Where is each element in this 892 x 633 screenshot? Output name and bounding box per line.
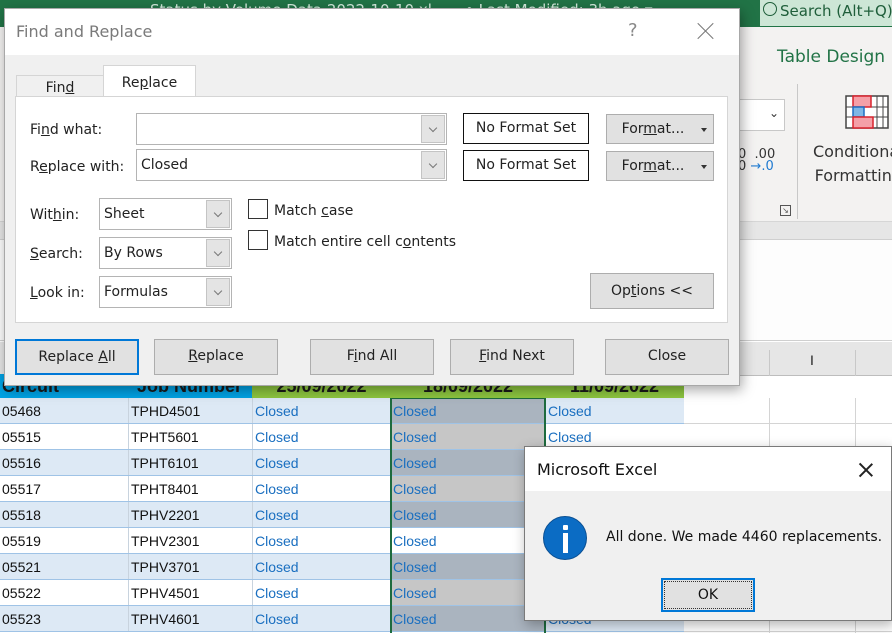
chevron-down-icon[interactable] [206, 278, 230, 306]
status-cell[interactable]: Closed [252, 398, 391, 423]
look-in-select[interactable]: Formulas [99, 276, 232, 308]
find-next-button[interactable]: Find Next [450, 339, 574, 375]
find-format-preview: No Format Set [463, 113, 589, 144]
status-cell[interactable]: Closed [252, 450, 391, 475]
replace-format-button[interactable]: Format... [606, 151, 714, 181]
close-button[interactable]: Close [605, 339, 729, 375]
dialog-title-bar[interactable]: Find and Replace ? [5, 9, 739, 55]
circuit-cell[interactable]: 05521 [0, 554, 128, 579]
options-button[interactable]: Options << [590, 273, 714, 309]
look-in-label: Look in: [30, 285, 85, 301]
find-what-label: Find what: [30, 122, 103, 138]
close-icon[interactable] [695, 20, 717, 42]
decimal-buttons[interactable]: 0 .00 0 →.0 [738, 148, 775, 174]
circuit-cell[interactable]: 05515 [0, 424, 128, 449]
dropdown-caret-icon [701, 128, 707, 132]
circuit-cell[interactable]: 05518 [0, 502, 128, 527]
status-cell[interactable]: Closed [545, 398, 684, 423]
status-cell[interactable]: Closed [252, 528, 391, 553]
chevron-down-icon[interactable] [206, 200, 230, 228]
match-case-label[interactable]: Match case [274, 203, 353, 219]
status-cell[interactable]: Closed [391, 528, 545, 553]
status-cell[interactable]: Closed [391, 502, 545, 527]
excel-window: Status by Volume Data 2022-10-10.xl • La… [0, 0, 892, 633]
replace-format-preview: No Format Set [463, 150, 589, 181]
column-separator[interactable] [855, 350, 856, 376]
column-separator[interactable] [769, 350, 770, 376]
job-number-cell[interactable]: TPHV2201 [128, 502, 252, 527]
circuit-cell[interactable]: 05517 [0, 476, 128, 501]
circuit-cell[interactable]: 05519 [0, 528, 128, 553]
message-text: All done. We made 4460 replacements. [606, 529, 883, 545]
dialog-title: Find and Replace [16, 22, 153, 41]
status-cell[interactable]: Closed [391, 424, 545, 449]
replace-all-button[interactable]: Replace All [15, 339, 139, 375]
job-number-cell[interactable]: TPHT5601 [128, 424, 252, 449]
message-box-title-bar[interactable]: Microsoft Excel [525, 447, 891, 491]
search-icon [763, 2, 777, 16]
replace-with-label: Replace with: [30, 159, 125, 175]
search-box[interactable]: Search (Alt+Q) [760, 0, 892, 26]
job-number-cell[interactable]: TPHD4501 [128, 398, 252, 423]
status-cell[interactable]: Closed [391, 580, 545, 605]
tab-table-design[interactable]: Table Design [777, 47, 885, 67]
chevron-down-icon[interactable] [421, 151, 445, 179]
conditional-formatting-icon[interactable] [845, 95, 889, 129]
job-number-cell[interactable]: TPHT8401 [128, 476, 252, 501]
number-format-dropdown[interactable]: ⌄ [735, 99, 785, 131]
column-header-i[interactable]: I [810, 352, 814, 368]
decrease-decimal-icon[interactable]: 0 →.0 [738, 159, 774, 174]
job-number-cell[interactable]: TPHV3701 [128, 554, 252, 579]
chevron-down-icon: ⌄ [768, 106, 779, 120]
status-cell[interactable]: Closed [252, 476, 391, 501]
dialog-launcher-icon[interactable]: ↘ [780, 205, 791, 216]
status-cell[interactable]: Closed [391, 476, 545, 501]
match-entire-cell-label[interactable]: Match entire cell contents [274, 234, 456, 250]
close-icon[interactable] [857, 461, 875, 479]
status-cell[interactable]: Closed [391, 450, 545, 475]
circuit-cell[interactable]: 05523 [0, 606, 128, 631]
job-number-cell[interactable]: TPHV2301 [128, 528, 252, 553]
circuit-cell[interactable]: 05522 [0, 580, 128, 605]
status-cell[interactable]: Closed [391, 398, 545, 423]
circuit-cell[interactable]: 05468 [0, 398, 128, 423]
match-entire-cell-checkbox[interactable] [248, 230, 268, 250]
find-all-button[interactable]: Find All [310, 339, 434, 375]
chevron-down-icon[interactable] [421, 115, 445, 143]
job-number-cell[interactable]: TPHV4601 [128, 606, 252, 631]
message-box: Microsoft Excel All done. We made 4460 r… [524, 446, 892, 621]
help-button[interactable]: ? [628, 20, 638, 41]
match-case-checkbox[interactable] [248, 199, 268, 219]
conditional-formatting-button[interactable]: Conditional Formatting [813, 140, 892, 188]
status-cell[interactable]: Closed [391, 554, 545, 579]
replace-button[interactable]: Replace [154, 339, 278, 375]
replace-with-input[interactable]: Closed [136, 149, 447, 181]
status-cell[interactable]: Closed [252, 606, 391, 631]
status-cell[interactable]: Closed [391, 606, 545, 631]
ok-button[interactable]: OK [661, 578, 755, 612]
job-number-cell[interactable]: TPHT6101 [128, 450, 252, 475]
search-placeholder: Search (Alt+Q) [780, 2, 892, 20]
info-icon [543, 516, 587, 560]
status-cell[interactable]: Closed [252, 580, 391, 605]
within-select[interactable]: Sheet [99, 198, 232, 230]
find-replace-dialog: Find and Replace ? Find Replace Find wha… [4, 8, 740, 386]
chevron-down-icon[interactable] [206, 239, 230, 267]
status-cell[interactable]: Closed [252, 554, 391, 579]
circuit-cell[interactable]: 05516 [0, 450, 128, 475]
message-box-title: Microsoft Excel [537, 460, 658, 479]
find-format-button[interactable]: Format... [606, 114, 714, 144]
search-order-select[interactable]: By Rows [99, 237, 232, 269]
status-cell[interactable]: Closed [252, 502, 391, 527]
ribbon-separator [797, 84, 798, 219]
dropdown-caret-icon [701, 165, 707, 169]
find-what-input[interactable] [136, 113, 447, 145]
tab-replace[interactable]: Replace [103, 65, 196, 96]
search-label: Search: [30, 246, 83, 262]
status-cell[interactable]: Closed [252, 424, 391, 449]
table-row: 05468 TPHD4501 Closed Closed Closed [0, 398, 684, 424]
job-number-cell[interactable]: TPHV4501 [128, 580, 252, 605]
within-label: Within: [30, 207, 80, 223]
